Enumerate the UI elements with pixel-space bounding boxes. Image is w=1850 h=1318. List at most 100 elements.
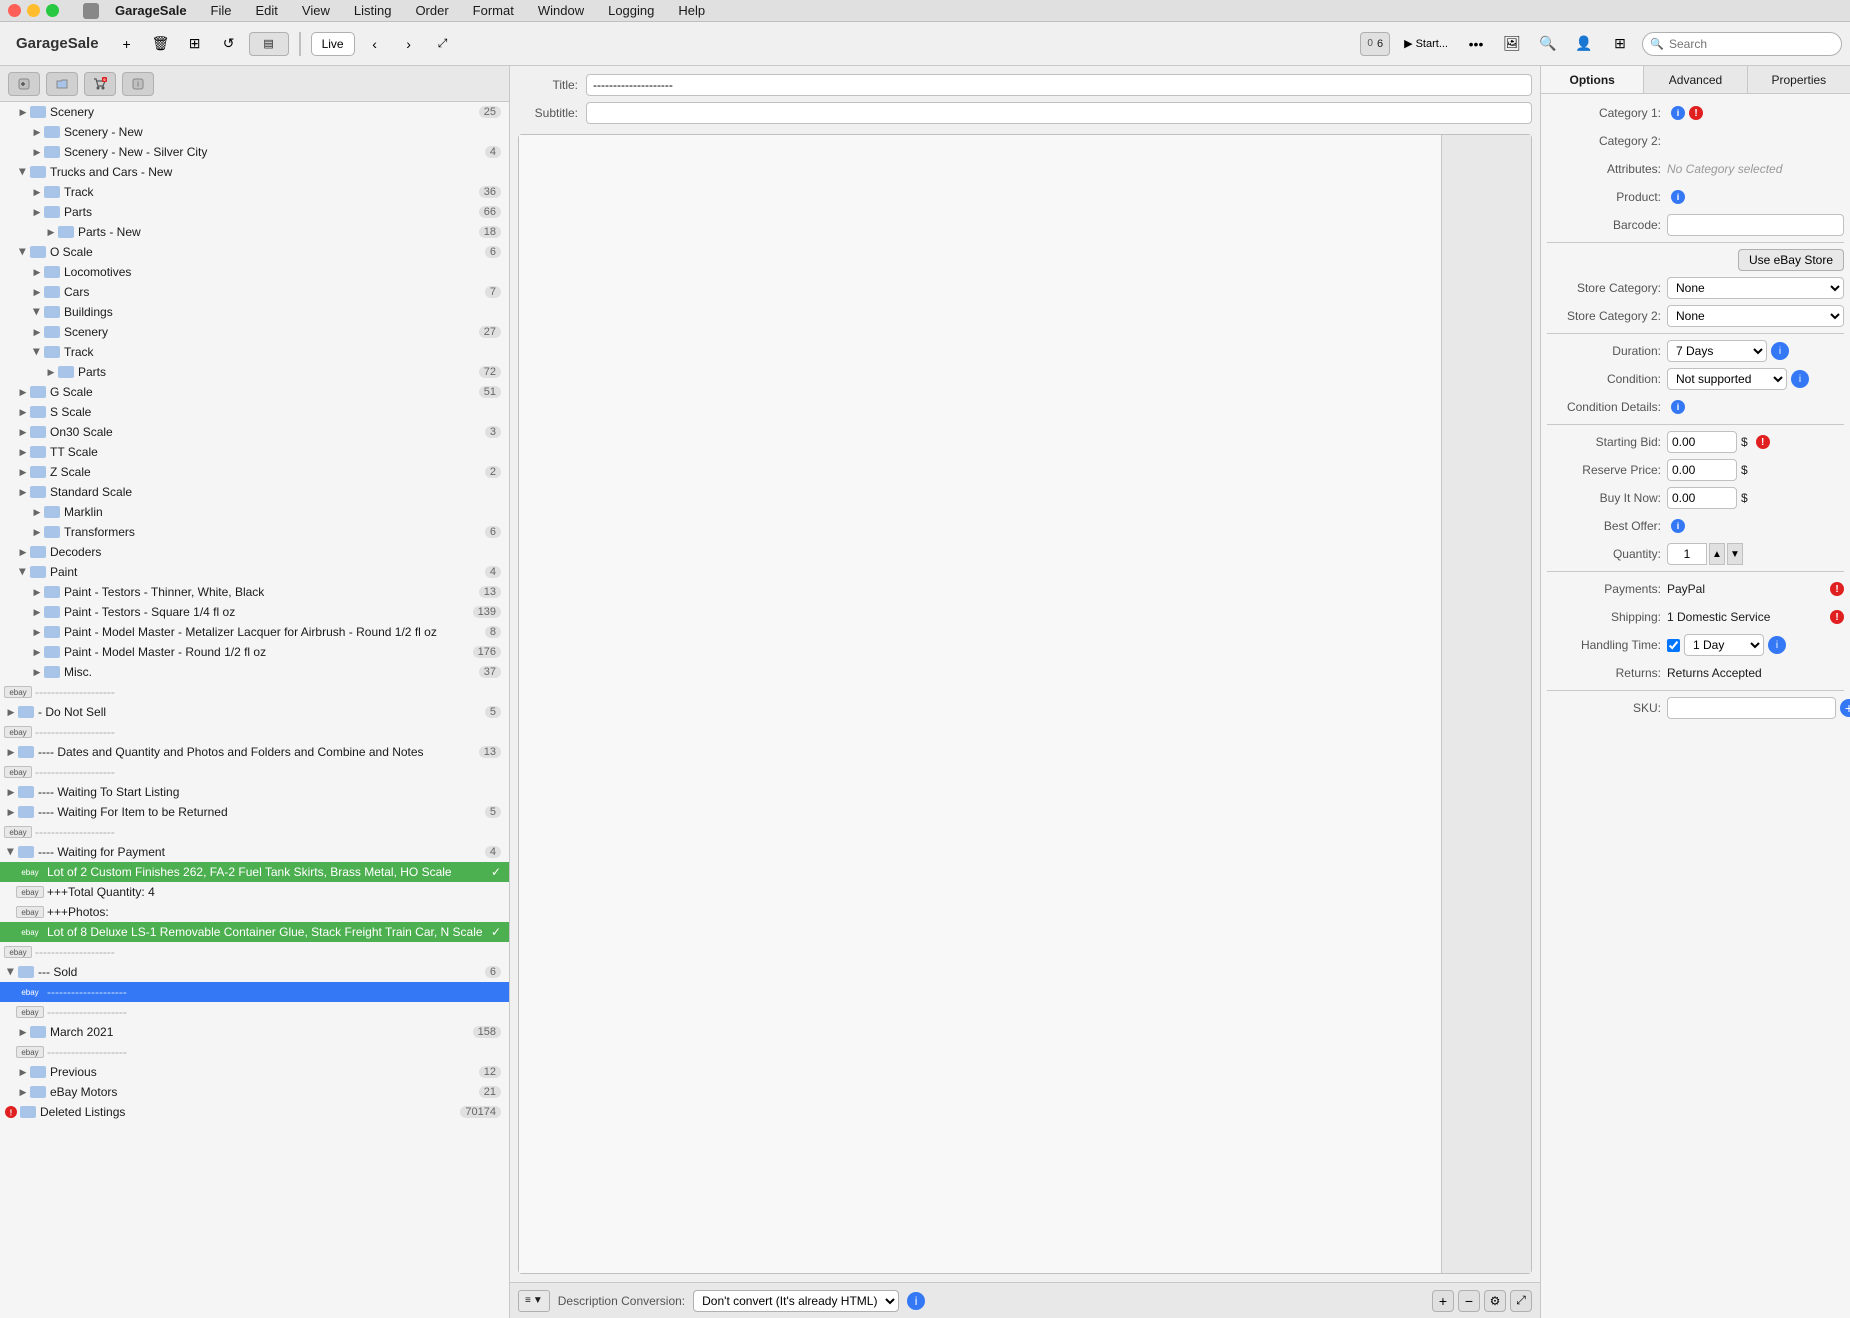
- sidebar-item-transformers[interactable]: ▶Transformers6: [0, 522, 509, 542]
- reserve-price-input[interactable]: [1667, 459, 1737, 481]
- editor-area[interactable]: [519, 135, 1441, 1273]
- sidebar-item-locos[interactable]: ▶Locomotives: [0, 262, 509, 282]
- profile-button[interactable]: 👤: [1570, 30, 1598, 58]
- desc-conv-select[interactable]: Don't convert (It's already HTML): [693, 1290, 899, 1312]
- sidebar-item-marklin[interactable]: ▶Marklin: [0, 502, 509, 522]
- sidebar-tool-cart[interactable]: 0: [84, 72, 116, 96]
- sidebar-item-paint-mm-round[interactable]: ▶Paint - Model Master - Round 1/2 fl oz1…: [0, 642, 509, 662]
- sidebar-item-ebaymotors[interactable]: ▶eBay Motors21: [0, 1082, 509, 1102]
- menu-edit[interactable]: Edit: [252, 3, 282, 18]
- sidebar-item-oscale[interactable]: ▶O Scale6: [0, 242, 509, 262]
- sidebar-item-decoders[interactable]: ▶Decoders: [0, 542, 509, 562]
- sidebar-tool-info[interactable]: i: [122, 72, 154, 96]
- trash-button[interactable]: 🗑: [147, 30, 175, 58]
- store-cat-select[interactable]: None: [1667, 277, 1844, 299]
- sidebar-item-zscale[interactable]: ▶Z Scale2: [0, 462, 509, 482]
- sidebar-item-dates[interactable]: ▶---- Dates and Quantity and Photos and …: [0, 742, 509, 762]
- store-cat2-select[interactable]: None: [1667, 305, 1844, 327]
- sidebar-item-march2021[interactable]: ▶March 2021158: [0, 1022, 509, 1042]
- title-input[interactable]: [586, 74, 1532, 96]
- use-store-button[interactable]: Use eBay Store: [1738, 249, 1844, 271]
- sidebar-item-track1[interactable]: ▶Track36: [0, 182, 509, 202]
- handling-time-select[interactable]: 1 Day: [1684, 634, 1764, 656]
- sidebar-item-parts2[interactable]: ▶Parts72: [0, 362, 509, 382]
- sidebar-item-ttscale[interactable]: ▶TT Scale: [0, 442, 509, 462]
- sidebar-item-paint-mm-metalizer[interactable]: ▶Paint - Model Master - Metalizer Lacque…: [0, 622, 509, 642]
- menu-logging[interactable]: Logging: [604, 3, 658, 18]
- sku-input[interactable]: [1667, 697, 1836, 719]
- refresh-button[interactable]: ↺: [215, 30, 243, 58]
- sidebar-item-lot8[interactable]: ebayLot of 8 Deluxe LS-1 Removable Conta…: [0, 922, 509, 942]
- minimize-button[interactable]: [27, 4, 40, 17]
- sidebar-tool-add[interactable]: [8, 72, 40, 96]
- best-offer-info[interactable]: i: [1671, 519, 1685, 533]
- view-toggle[interactable]: ▤: [249, 32, 289, 56]
- footer-minus-btn[interactable]: −: [1458, 1290, 1480, 1312]
- sidebar-item-lot2[interactable]: ebayLot of 2 Custom Finishes 262, FA-2 F…: [0, 862, 509, 882]
- sidebar-item-previous[interactable]: ▶Previous12: [0, 1062, 509, 1082]
- sidebar-item-parts-new[interactable]: ▶Parts - New18: [0, 222, 509, 242]
- add-button[interactable]: +: [113, 30, 141, 58]
- sidebar-item-sep2[interactable]: ebay--------------------: [0, 722, 509, 742]
- product-info[interactable]: i: [1671, 190, 1685, 204]
- sidebar-item-scenery2[interactable]: ▶Scenery27: [0, 322, 509, 342]
- live-button[interactable]: Live: [311, 32, 355, 56]
- duration-info[interactable]: i: [1771, 342, 1789, 360]
- sidebar-item-deleted[interactable]: ! Deleted Listings70174: [0, 1102, 509, 1122]
- sidebar-item-misc[interactable]: ▶Misc.37: [0, 662, 509, 682]
- sidebar-tool-folder[interactable]: [46, 72, 78, 96]
- tab-advanced[interactable]: Advanced: [1644, 66, 1747, 93]
- sidebar-item-sold-sep2[interactable]: ebay--------------------: [0, 1002, 509, 1022]
- condition-details-info[interactable]: i: [1671, 400, 1685, 414]
- handling-time-check[interactable]: [1667, 639, 1680, 652]
- sidebar-item-sep1[interactable]: ebay--------------------: [0, 682, 509, 702]
- barcode-input[interactable]: [1667, 214, 1844, 236]
- sidebar-item-waiting-start[interactable]: ▶---- Waiting To Start Listing: [0, 782, 509, 802]
- menu-format[interactable]: Format: [469, 3, 518, 18]
- sidebar-item-cars[interactable]: ▶Cars7: [0, 282, 509, 302]
- sidebar-item-paint-testors-thinner[interactable]: ▶Paint - Testors - Thinner, White, Black…: [0, 582, 509, 602]
- search-input[interactable]: [1642, 32, 1842, 56]
- sidebar-item-sscale[interactable]: ▶S Scale: [0, 402, 509, 422]
- footer-expand-btn[interactable]: ⤢: [1510, 1290, 1532, 1312]
- menu-listing[interactable]: Listing: [350, 3, 396, 18]
- search-button[interactable]: 🔍: [1534, 30, 1562, 58]
- sidebar-item-gscale[interactable]: ▶G Scale51: [0, 382, 509, 402]
- menu-order[interactable]: Order: [411, 3, 452, 18]
- sidebar-item-sep5[interactable]: ebay--------------------: [0, 942, 509, 962]
- quantity-down[interactable]: ▼: [1727, 543, 1743, 565]
- sidebar-item-on30scale[interactable]: ▶On30 Scale3: [0, 422, 509, 442]
- sidebar-item-stdscale[interactable]: ▶Standard Scale: [0, 482, 509, 502]
- duplicate-button[interactable]: ⊞: [181, 30, 209, 58]
- buy-it-now-input[interactable]: [1667, 487, 1737, 509]
- starting-bid-input[interactable]: [1667, 431, 1737, 453]
- handling-info[interactable]: i: [1768, 636, 1786, 654]
- nav-back[interactable]: ‹: [361, 30, 389, 58]
- layout-button[interactable]: ⊞: [1606, 30, 1634, 58]
- sku-add-btn[interactable]: +: [1840, 699, 1850, 717]
- sidebar-item-waiting-payment[interactable]: ▶---- Waiting for Payment4: [0, 842, 509, 862]
- sidebar-item-sold-sep3[interactable]: ebay--------------------: [0, 1042, 509, 1062]
- dots-button[interactable]: •••: [1462, 30, 1490, 58]
- sidebar-item-parts1[interactable]: ▶Parts66: [0, 202, 509, 222]
- footer-add-btn[interactable]: +: [1432, 1290, 1454, 1312]
- category1-info[interactable]: i: [1671, 106, 1685, 120]
- sidebar-item-waiting-return[interactable]: ▶---- Waiting For Item to be Returned5: [0, 802, 509, 822]
- menu-file[interactable]: File: [207, 3, 236, 18]
- sidebar-item-buildings[interactable]: ▶Buildings: [0, 302, 509, 322]
- sidebar-item-sep3[interactable]: ebay--------------------: [0, 762, 509, 782]
- footer-settings-btn[interactable]: ⚙: [1484, 1290, 1506, 1312]
- sidebar-item-paint-testors-square[interactable]: ▶Paint - Testors - Square 1/4 fl oz139: [0, 602, 509, 622]
- sidebar-item-scenery-new[interactable]: ▶Scenery - New: [0, 122, 509, 142]
- menu-window[interactable]: Window: [534, 3, 588, 18]
- start-button[interactable]: ▶ Start...: [1398, 30, 1454, 58]
- image-button[interactable]: 🖼: [1498, 30, 1526, 58]
- menu-view[interactable]: View: [298, 3, 334, 18]
- sidebar-item-donotsell[interactable]: ▶- Do Not Sell5: [0, 702, 509, 722]
- subtitle-input[interactable]: [586, 102, 1532, 124]
- sidebar-item-scenery[interactable]: ▶Scenery25: [0, 102, 509, 122]
- quantity-input[interactable]: [1667, 543, 1707, 565]
- tab-options[interactable]: Options: [1541, 66, 1644, 93]
- sidebar-item-photos[interactable]: ebay+++Photos:: [0, 902, 509, 922]
- sidebar-item-sep4[interactable]: ebay--------------------: [0, 822, 509, 842]
